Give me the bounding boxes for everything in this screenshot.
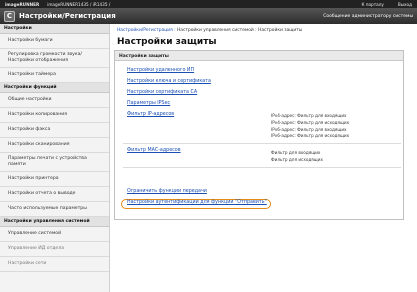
- breadcrumb-root-link[interactable]: Настройки/Регистрация :: [117, 28, 177, 33]
- limit-tx-link[interactable]: Ограничить функции передачи: [127, 189, 207, 194]
- sidebar-heading-settings: Настройки: [0, 24, 109, 34]
- sidebar-item-printer[interactable]: Настройки принтера: [0, 172, 109, 187]
- divider: [123, 143, 401, 144]
- sidebar-item-general[interactable]: Общие настройки: [0, 93, 109, 108]
- sidebar-item-scan[interactable]: Настройки сканирования: [0, 138, 109, 153]
- sidebar-item-favorites[interactable]: Часто используемые параметры: [0, 202, 109, 217]
- ip-filter-row: Фильтр IP-адресов: [127, 112, 174, 117]
- ca-cert-row: Настройки сертификата CA: [127, 90, 197, 95]
- remote-ui-settings-link[interactable]: Настройки удаленного ИП: [127, 68, 194, 73]
- mac-filter-status: Фильтр для входящих Фильтр для исходящих: [271, 150, 323, 164]
- sidebar-item-system-management[interactable]: Управление системой: [0, 227, 109, 242]
- sidebar-item-department-id[interactable]: Управление ИД отдела: [0, 242, 109, 257]
- ip-filter-status-line: IPv4-адрес: Фильтр для исходящих: [271, 119, 350, 125]
- sidebar-item-output-report[interactable]: Настройки отчета о выводе: [0, 187, 109, 202]
- sidebar-item-volume-display[interactable]: Регулировка громкости звука/Настройки от…: [0, 49, 109, 68]
- remote-ui-row: Настройки удаленного ИП: [127, 68, 194, 73]
- breadcrumb-path: Настройки управления системой : Настройк…: [177, 28, 303, 33]
- breadcrumb: Настройки/Регистрация : Настройки управл…: [117, 28, 302, 33]
- send-auth-row: Настройки аутентификации для функции "От…: [127, 200, 267, 205]
- admin-message-link[interactable]: Сообщение администратору системы: [323, 14, 413, 19]
- app-title: Настройки/Регистрация: [19, 12, 116, 20]
- ipsec-row: Параметры IPSec: [127, 101, 170, 106]
- sidebar-heading-functions: Настройки функций: [0, 83, 109, 93]
- mac-filter-status-line: Фильтр для входящих: [271, 150, 321, 155]
- top-bar: imageRUNNER imageRUNNER1435 / iR1435 / К…: [0, 0, 417, 8]
- ip-filter-status-line: IPv6-адрес: Фильтр для исходящих: [271, 133, 350, 139]
- divider: [123, 167, 401, 168]
- mac-filter-link[interactable]: Фильтр MAC-адресов: [127, 148, 181, 153]
- send-auth-settings-link[interactable]: Настройки аутентификации для функции "От…: [127, 200, 267, 205]
- ipsec-settings-link[interactable]: Параметры IPSec: [127, 101, 170, 106]
- sidebar-item-fax[interactable]: Настройки факса: [0, 123, 109, 138]
- model-label: imageRUNNER1435 / iR1435 /: [47, 1, 111, 7]
- to-portal-link[interactable]: К порталу: [361, 2, 383, 7]
- page-title: Настройки защиты: [117, 37, 217, 47]
- title-bar: C Настройки/Регистрация Сообщение админи…: [0, 8, 417, 24]
- sidebar-item-paper[interactable]: Настройки бумаги: [0, 34, 109, 49]
- ip-filter-status-line: IPv4-адрес: Фильтр для входящих: [271, 113, 347, 118]
- panel-heading: Настройки защиты: [115, 51, 403, 61]
- sidebar: Настройки Настройки бумаги Регулировка г…: [0, 24, 110, 292]
- key-cert-settings-link[interactable]: Настройки ключа и сертификата: [127, 79, 211, 84]
- ip-filter-status-line: IPv6-адрес: Фильтр для входящих: [271, 126, 347, 132]
- mac-filter-status-line: Фильтр для исходящих: [271, 156, 323, 162]
- ca-cert-settings-link[interactable]: Настройки сертификата CA: [127, 90, 197, 95]
- sidebar-item-network[interactable]: Настройки сети: [0, 257, 109, 272]
- brand-label: imageRUNNER: [5, 1, 40, 7]
- security-settings-panel: Настройки защиты Настройки удаленного ИП…: [114, 50, 404, 220]
- ip-filter-link[interactable]: Фильтр IP-адресов: [127, 112, 174, 117]
- main-content: Настройки/Регистрация : Настройки управл…: [114, 24, 417, 292]
- ip-filter-status: IPv4-адрес: Фильтр для входящих IPv4-адр…: [271, 113, 349, 140]
- sidebar-heading-system: Настройки управления системой: [0, 217, 109, 227]
- mac-filter-row: Фильтр MAC-адресов: [127, 148, 181, 153]
- sidebar-item-copy[interactable]: Настройки копирования: [0, 108, 109, 123]
- sidebar-item-timer[interactable]: Настройки таймера: [0, 68, 109, 83]
- settings-logo-icon: C: [4, 10, 15, 22]
- key-cert-row: Настройки ключа и сертификата: [127, 79, 211, 84]
- sidebar-item-memory-print[interactable]: Параметры печати с устройства памяти: [0, 153, 109, 172]
- limit-tx-row: Ограничить функции передачи: [127, 189, 207, 194]
- logout-link[interactable]: Выход: [398, 2, 412, 7]
